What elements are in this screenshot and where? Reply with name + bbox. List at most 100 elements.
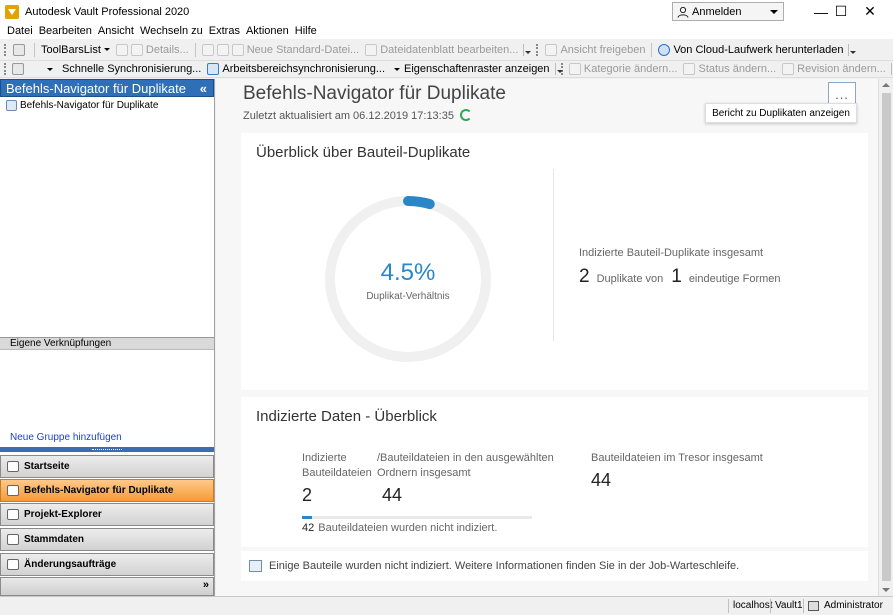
cloud-download-button[interactable]: Von Cloud-Laufwerk herunterladen [655, 41, 846, 59]
toolbar-grip[interactable] [4, 43, 7, 56]
show-grid-button[interactable]: Eigenschaftenraster anzeigen [388, 61, 553, 77]
new-std-file-button[interactable]: Neue Standard-Datei... [199, 41, 363, 59]
nav-button-label: Befehls-Navigator für Duplikate [24, 485, 174, 496]
unique-shapes-label: eindeutige Formen [688, 273, 781, 285]
add-group-link[interactable]: Neue Gruppe hinzufügen [10, 432, 122, 443]
last-updated-text: Zuletzt aktualisiert am 06.12.2019 17:13… [243, 110, 454, 122]
toolbarslist-button[interactable]: ToolBarsList [38, 41, 113, 59]
change-order-icon [7, 559, 19, 570]
collapse-pane-icon[interactable]: « [200, 81, 207, 96]
duplicates-overview-card: Überblick über Bauteil-Duplikate 4.5% Du… [241, 133, 868, 390]
change-category-button[interactable]: Kategorie ändern... [566, 61, 681, 77]
menu-extras[interactable]: Extras [209, 25, 240, 37]
duplicate-counts: 2 Duplikate von 1 eindeutige Formen [579, 266, 781, 288]
separator [34, 42, 35, 57]
toolbarslist-label: ToolBarsList [41, 43, 101, 56]
nav-pane-title: Befehls-Navigator für Duplikate [6, 80, 186, 96]
toolbar-overflow-icon[interactable] [848, 43, 857, 56]
workspace-sync-button[interactable]: Arbeitsbereichsynchronisierung... [204, 61, 388, 77]
toolbar-grip[interactable] [4, 63, 7, 75]
datasheet-label: Dateidatenblatt bearbeiten... [380, 43, 519, 56]
dashboard-icon [7, 485, 19, 496]
nav-pane-footer: » [0, 577, 214, 596]
share-icon [545, 43, 558, 56]
copy-icon [115, 43, 128, 56]
folder-icon [201, 43, 214, 56]
dropdown-arrow-icon [394, 67, 400, 71]
dropdown-arrow-icon [103, 48, 110, 51]
nav-button-change-orders[interactable]: Änderungsaufträge [0, 553, 214, 576]
scrollbar-thumb[interactable] [882, 93, 891, 581]
cloud-download-icon [658, 43, 671, 56]
menu-wechseln-zu[interactable]: Wechseln zu [140, 25, 203, 37]
toolbar-icon-button[interactable] [9, 61, 30, 77]
nav-button-label: Startseite [24, 461, 70, 472]
toolbar-overflow-icon[interactable] [523, 43, 532, 56]
title-bar: Autodesk Vault Professional 2020 Anmelde… [0, 0, 893, 23]
toolbar-grip[interactable] [536, 43, 539, 56]
pane-splitter[interactable] [0, 446, 214, 452]
menu-bearbeiten[interactable]: Bearbeiten [39, 25, 92, 37]
vertical-scrollbar[interactable] [878, 79, 893, 596]
duplicate-ratio-value: 4.5% [380, 259, 436, 286]
print-preview-icon [130, 43, 143, 56]
tree-item-duplicates[interactable]: Befehls-Navigator für Duplikate [6, 100, 158, 111]
menu-aktionen[interactable]: Aktionen [246, 25, 289, 37]
scroll-down-icon[interactable] [882, 588, 890, 592]
gauge-fill [403, 196, 435, 210]
page-title: Befehls-Navigator für Duplikate [243, 83, 506, 104]
details-label: Details... [145, 43, 189, 56]
divider [553, 169, 554, 341]
user-status-icon [808, 601, 819, 611]
separator [651, 42, 653, 57]
nav-button-label: Änderungsaufträge [24, 559, 117, 570]
toolbar-grip[interactable] [560, 63, 563, 75]
duplicates-of-label: Duplikate von [596, 273, 664, 285]
change-revision-button[interactable]: Revision ändern... [779, 61, 889, 77]
duplicate-ratio-label: Duplikat-Verhältnis [366, 291, 450, 302]
items-icon [7, 534, 19, 545]
signin-dropdown[interactable]: Anmelden [672, 2, 784, 21]
status-vault: Vault1 [770, 599, 803, 613]
change-status-button[interactable]: Status ändern... [680, 61, 779, 77]
info-text: Einige Bauteile wurden nicht indiziert. … [269, 560, 740, 572]
project-explorer-icon [7, 509, 19, 520]
info-banner: Einige Bauteile wurden nicht indiziert. … [241, 551, 868, 581]
print-button[interactable] [10, 41, 31, 59]
quick-sync-label: Schnelle Synchronisierung... [61, 63, 202, 75]
selected-folder-files-label: /Bauteildateien in den ausgewählten Ordn… [377, 452, 554, 479]
menu-hilfe[interactable]: Hilfe [295, 25, 317, 37]
refresh-icon[interactable] [460, 109, 472, 121]
workspace-sync-label: Arbeitsbereichsynchronisierung... [222, 63, 385, 75]
tooltip-duplicate-report: Bericht zu Duplikaten anzeigen [705, 103, 857, 123]
indexed-title: Indizierte Daten - Überblick [256, 408, 437, 425]
edit-datasheet-button[interactable]: Dateidatenblatt bearbeiten... [362, 41, 521, 59]
overview-title: Überblick über Bauteil-Duplikate [256, 144, 471, 161]
close-button[interactable]: ✕ [847, 0, 893, 23]
menu-datei[interactable]: Datei [7, 25, 33, 37]
nav-button-stammdaten[interactable]: Stammdaten [0, 528, 214, 551]
vault-files-label: Bauteildateien im Tresor insgesamt [591, 452, 763, 464]
nav-button-project-explorer[interactable]: Projekt-Explorer [0, 503, 214, 526]
status-bar: localhost Vault1 Administrator [0, 596, 893, 615]
configure-buttons-icon[interactable]: » [203, 579, 209, 591]
arrow-right-icon [231, 43, 244, 56]
nav-button-duplicates[interactable]: Befehls-Navigator für Duplikate [0, 479, 214, 502]
show-grid-label: Eigenschaftenraster anzeigen [404, 63, 550, 75]
indexing-progress-fill [302, 516, 313, 519]
scroll-up-icon[interactable] [882, 83, 890, 87]
job-queue-icon [249, 560, 262, 572]
revision-icon [782, 63, 795, 75]
toolbar-overflow-icon[interactable] [554, 63, 564, 75]
details-button[interactable]: Details... [113, 41, 192, 59]
nav-button-startseite[interactable]: Startseite [0, 455, 214, 478]
unique-shapes-count: 1 [671, 266, 682, 287]
not-indexed-label: Bauteildateien wurden nicht indiziert. [318, 522, 498, 534]
dropdown-arrow-icon[interactable] [46, 67, 53, 71]
vault-app-icon [5, 4, 19, 19]
shortcuts-header: Eigene Verknüpfungen [0, 337, 214, 350]
menu-ansicht[interactable]: Ansicht [98, 25, 134, 37]
quick-sync-button[interactable]: Schnelle Synchronisierung... [59, 61, 204, 77]
new-std-file-label: Neue Standard-Datei... [246, 43, 360, 56]
share-view-button[interactable]: Ansicht freigeben [542, 41, 648, 59]
